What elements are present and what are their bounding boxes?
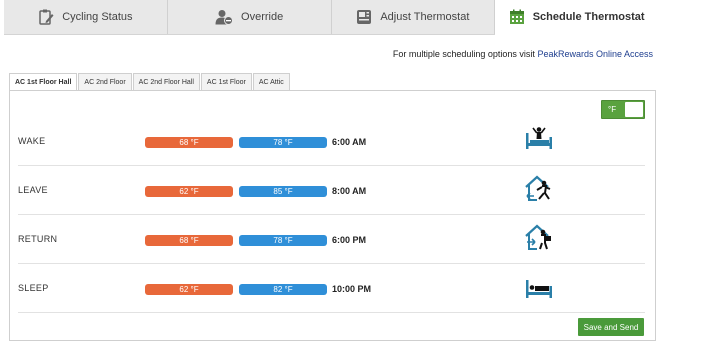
cool-setpoint[interactable]: 78 °F — [239, 235, 327, 246]
tab-override[interactable]: Override — [168, 0, 332, 34]
schedule-panel: °F WAKE 68 °F 78 °F 6:00 AM LEAVE 62 °F … — [9, 90, 656, 341]
top-nav: Cycling Status Override Adjust Thermosta… — [4, 0, 658, 35]
scheduling-notice: For multiple scheduling options visit Pe… — [393, 49, 653, 59]
period-name: SLEEP — [18, 283, 49, 293]
clipboard-edit-icon — [38, 9, 54, 25]
schedule-row-sleep: SLEEP 62 °F 82 °F 10:00 PM — [18, 264, 645, 313]
period-time[interactable]: 6:00 PM — [332, 235, 366, 245]
period-time[interactable]: 10:00 PM — [332, 284, 371, 294]
zone-tab-ac-2nd-floor[interactable]: AC 2nd Floor — [78, 73, 132, 90]
tab-label: Override — [241, 11, 284, 23]
zone-tab-ac-1st-floor[interactable]: AC 1st Floor — [200, 73, 252, 90]
schedule-row-wake: WAKE 68 °F 78 °F 6:00 AM — [18, 117, 645, 166]
cool-setpoint[interactable]: 78 °F — [239, 137, 327, 148]
zone-tab-ac-1st-floor-hall[interactable]: AC 1st Floor Hall — [9, 73, 78, 91]
schedule-row-return: RETURN 68 °F 78 °F 6:00 PM — [18, 215, 645, 264]
period-time[interactable]: 6:00 AM — [332, 137, 366, 147]
thermostat-icon — [356, 9, 372, 25]
period-name: WAKE — [18, 136, 46, 146]
tab-label: Cycling Status — [62, 11, 133, 23]
user-minus-icon — [215, 9, 234, 25]
period-name: LEAVE — [18, 185, 48, 195]
zone-tabs: AC 1st Floor Hall AC 2nd Floor AC 2nd Fl… — [9, 73, 291, 91]
heat-setpoint[interactable]: 62 °F — [145, 186, 233, 197]
tab-adjust-thermostat[interactable]: Adjust Thermostat — [332, 0, 496, 34]
sleep-icon — [524, 272, 554, 302]
cool-setpoint[interactable]: 85 °F — [239, 186, 327, 197]
zone-tab-ac-attic[interactable]: AC Attic — [252, 73, 290, 90]
zone-tab-ac-2nd-floor-hall[interactable]: AC 2nd Floor Hall — [132, 73, 200, 90]
tab-label: Adjust Thermostat — [380, 11, 470, 23]
period-name: RETURN — [18, 234, 58, 244]
schedule-row-leave: LEAVE 62 °F 85 °F 8:00 AM — [18, 166, 645, 215]
leave-home-icon — [524, 174, 554, 204]
period-time[interactable]: 8:00 AM — [332, 186, 366, 196]
heat-setpoint[interactable]: 68 °F — [145, 235, 233, 246]
tab-label: Schedule Thermostat — [532, 11, 645, 23]
peakrewards-link[interactable]: PeakRewards Online Access — [537, 49, 653, 59]
heat-setpoint[interactable]: 68 °F — [145, 137, 233, 148]
save-and-send-button[interactable]: Save and Send — [578, 318, 644, 336]
tab-cycling-status[interactable]: Cycling Status — [4, 0, 168, 34]
cool-setpoint[interactable]: 82 °F — [239, 284, 327, 295]
toggle-knob — [625, 102, 643, 117]
notice-text: For multiple scheduling options visit — [392, 49, 538, 59]
calendar-icon — [509, 9, 525, 25]
heat-setpoint[interactable]: 62 °F — [145, 284, 233, 295]
wake-up-icon — [524, 125, 554, 155]
unit-toggle-label: °F — [608, 105, 617, 114]
tab-schedule-thermostat[interactable]: Schedule Thermostat — [495, 0, 658, 35]
return-home-icon — [524, 223, 554, 253]
